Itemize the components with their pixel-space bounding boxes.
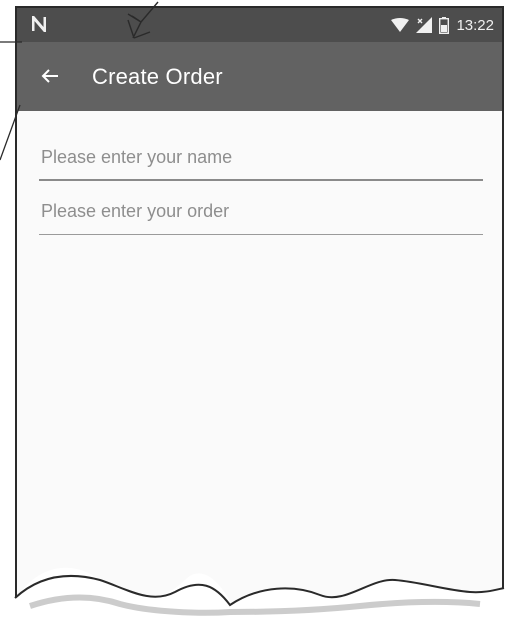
phone-screen: 13:22 Create Order (15, 6, 504, 612)
page-title: Create Order (92, 64, 223, 89)
illustration: 13:22 Create Order (0, 0, 506, 622)
battery-icon (439, 16, 450, 34)
app-bar: Create Order (17, 42, 502, 111)
name-input[interactable] (39, 141, 483, 181)
wifi-icon (391, 18, 410, 32)
cell-signal-icon (416, 17, 433, 33)
order-input[interactable] (39, 195, 483, 235)
back-button[interactable] (37, 63, 63, 89)
back-arrow-icon (41, 69, 58, 83)
notification-n-icon (32, 16, 46, 32)
status-icons: 13:22 (391, 8, 494, 42)
status-bar: 13:22 (17, 8, 502, 42)
status-time: 13:22 (456, 16, 494, 34)
